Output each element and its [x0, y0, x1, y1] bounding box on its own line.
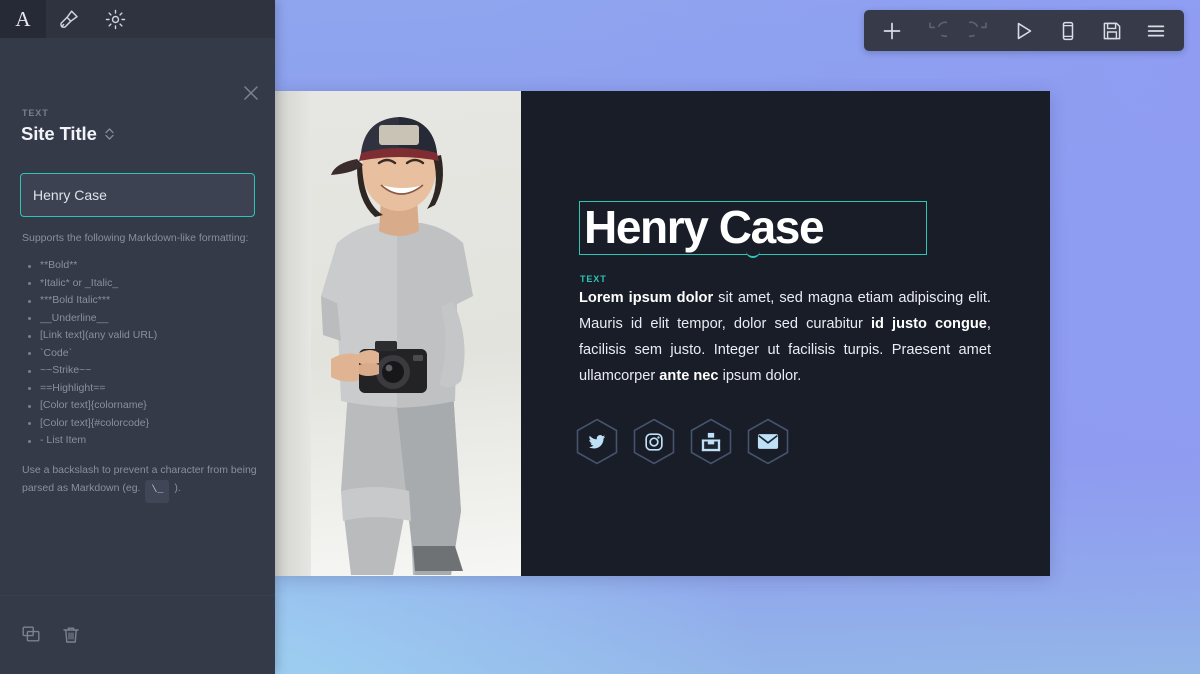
body-bold-run: Lorem ipsum dolor — [579, 290, 714, 306]
preview-body-text: Lorem ipsum dolor sit amet, sed magna et… — [579, 285, 991, 389]
tab-settings[interactable] — [92, 0, 138, 38]
mobile-icon — [1062, 21, 1074, 40]
duplicate-icon — [22, 626, 40, 642]
gear-icon — [105, 9, 125, 29]
delete-button[interactable] — [51, 615, 91, 655]
instagram-link[interactable] — [633, 418, 675, 465]
preview-photo[interactable] — [275, 91, 521, 576]
site-preview-card[interactable]: TEXT Henry Case Lorem ipsum dolor sit am… — [275, 91, 1050, 576]
element-stepper[interactable] — [104, 127, 115, 141]
email-link[interactable] — [747, 418, 789, 465]
markdown-syntax-item: ***Bold Italic*** — [26, 292, 256, 310]
markdown-syntax-item: ~~Strike~~ — [26, 362, 256, 380]
panel-title-row: Site Title — [21, 123, 115, 145]
serif-a-icon: A — [15, 6, 31, 31]
menu-button[interactable] — [1134, 10, 1178, 51]
markdown-syntax-item: **Bold** — [26, 257, 256, 275]
editor-sidebar: A TEXT Site Title Henry Case Supports th… — [0, 0, 275, 674]
preview-button[interactable] — [1002, 10, 1046, 51]
social-links — [576, 418, 789, 465]
plus-icon — [883, 22, 901, 39]
hamburger-menu-icon — [1147, 25, 1165, 36]
close-panel-button[interactable] — [240, 82, 262, 104]
trash-icon — [63, 627, 79, 643]
markdown-syntax-item: ==Highlight== — [26, 380, 256, 398]
chevron-up-down-icon — [105, 128, 114, 140]
duplicate-button[interactable] — [11, 615, 51, 655]
backslash-note-after: ). — [174, 482, 181, 494]
panel-title: Site Title — [21, 123, 97, 144]
editor-root: TEXT Henry Case Lorem ipsum dolor sit am… — [0, 0, 1200, 674]
twitter-link[interactable] — [576, 418, 618, 465]
instagram-icon — [645, 432, 663, 451]
preview-title-selection-box[interactable]: Henry Case — [579, 201, 927, 258]
markdown-syntax-item: [Color text]{colorname} — [26, 397, 256, 415]
sidebar-footer: Done — [0, 595, 275, 674]
undo-icon — [929, 20, 947, 37]
markdown-syntax-item: __Underline__ — [26, 310, 256, 328]
redo-button[interactable] — [958, 10, 1002, 51]
body-bold-run: ante nec — [659, 368, 719, 384]
floppy-disk-icon — [1103, 22, 1121, 39]
photo-person-illustration — [321, 117, 473, 575]
markdown-syntax-item: - List Item — [26, 432, 256, 450]
preview-site-title: Henry Case — [584, 201, 825, 253]
backslash-help-note: Use a backslash to prevent a character f… — [22, 461, 257, 503]
close-icon — [244, 86, 258, 100]
sidebar-tabs: A — [0, 0, 275, 38]
redo-icon — [969, 20, 987, 37]
markdown-syntax-item: `Code` — [26, 345, 256, 363]
markdown-syntax-list: **Bold** *Italic* or _Italic_ ***Bold Ital… — [26, 257, 256, 450]
paintbrush-icon — [60, 10, 78, 28]
markdown-help-note: Supports the following Markdown-like for… — [22, 232, 249, 244]
preview-text-pane: TEXT Henry Case Lorem ipsum dolor sit am… — [521, 91, 1050, 576]
add-block-button[interactable] — [870, 10, 914, 51]
sidebar-panel: TEXT Site Title Supports the following M… — [0, 38, 275, 595]
markdown-syntax-item: *Italic* or _Italic_ — [26, 275, 256, 293]
panel-kicker: TEXT — [22, 108, 49, 118]
editor-toolbar — [864, 10, 1184, 51]
twitter-icon — [588, 434, 606, 449]
tab-text[interactable]: A — [0, 0, 46, 38]
tab-style[interactable] — [46, 0, 92, 38]
backslash-note-before: Use a backslash to prevent a character f… — [22, 464, 257, 494]
unsplash-link[interactable] — [690, 418, 732, 465]
body-text-run: ipsum dolor. — [718, 368, 802, 384]
preview-selection-kicker: TEXT — [580, 274, 607, 284]
markdown-syntax-item: [Color text]{#colorcode} — [26, 415, 256, 433]
undo-button[interactable] — [914, 10, 958, 51]
device-preview-button[interactable] — [1046, 10, 1090, 51]
site-title-input[interactable] — [20, 173, 255, 217]
resize-handle[interactable] — [746, 251, 760, 258]
body-bold-run: id justo congue — [870, 316, 987, 332]
site-title-field-wrap — [20, 173, 255, 217]
unsplash-icon — [701, 432, 721, 451]
markdown-syntax-item: [Link text](any valid URL) — [26, 327, 256, 345]
save-button[interactable] — [1090, 10, 1134, 51]
envelope-icon — [757, 434, 779, 449]
play-icon — [1017, 22, 1032, 39]
backslash-code-chip: \_ — [145, 480, 170, 503]
